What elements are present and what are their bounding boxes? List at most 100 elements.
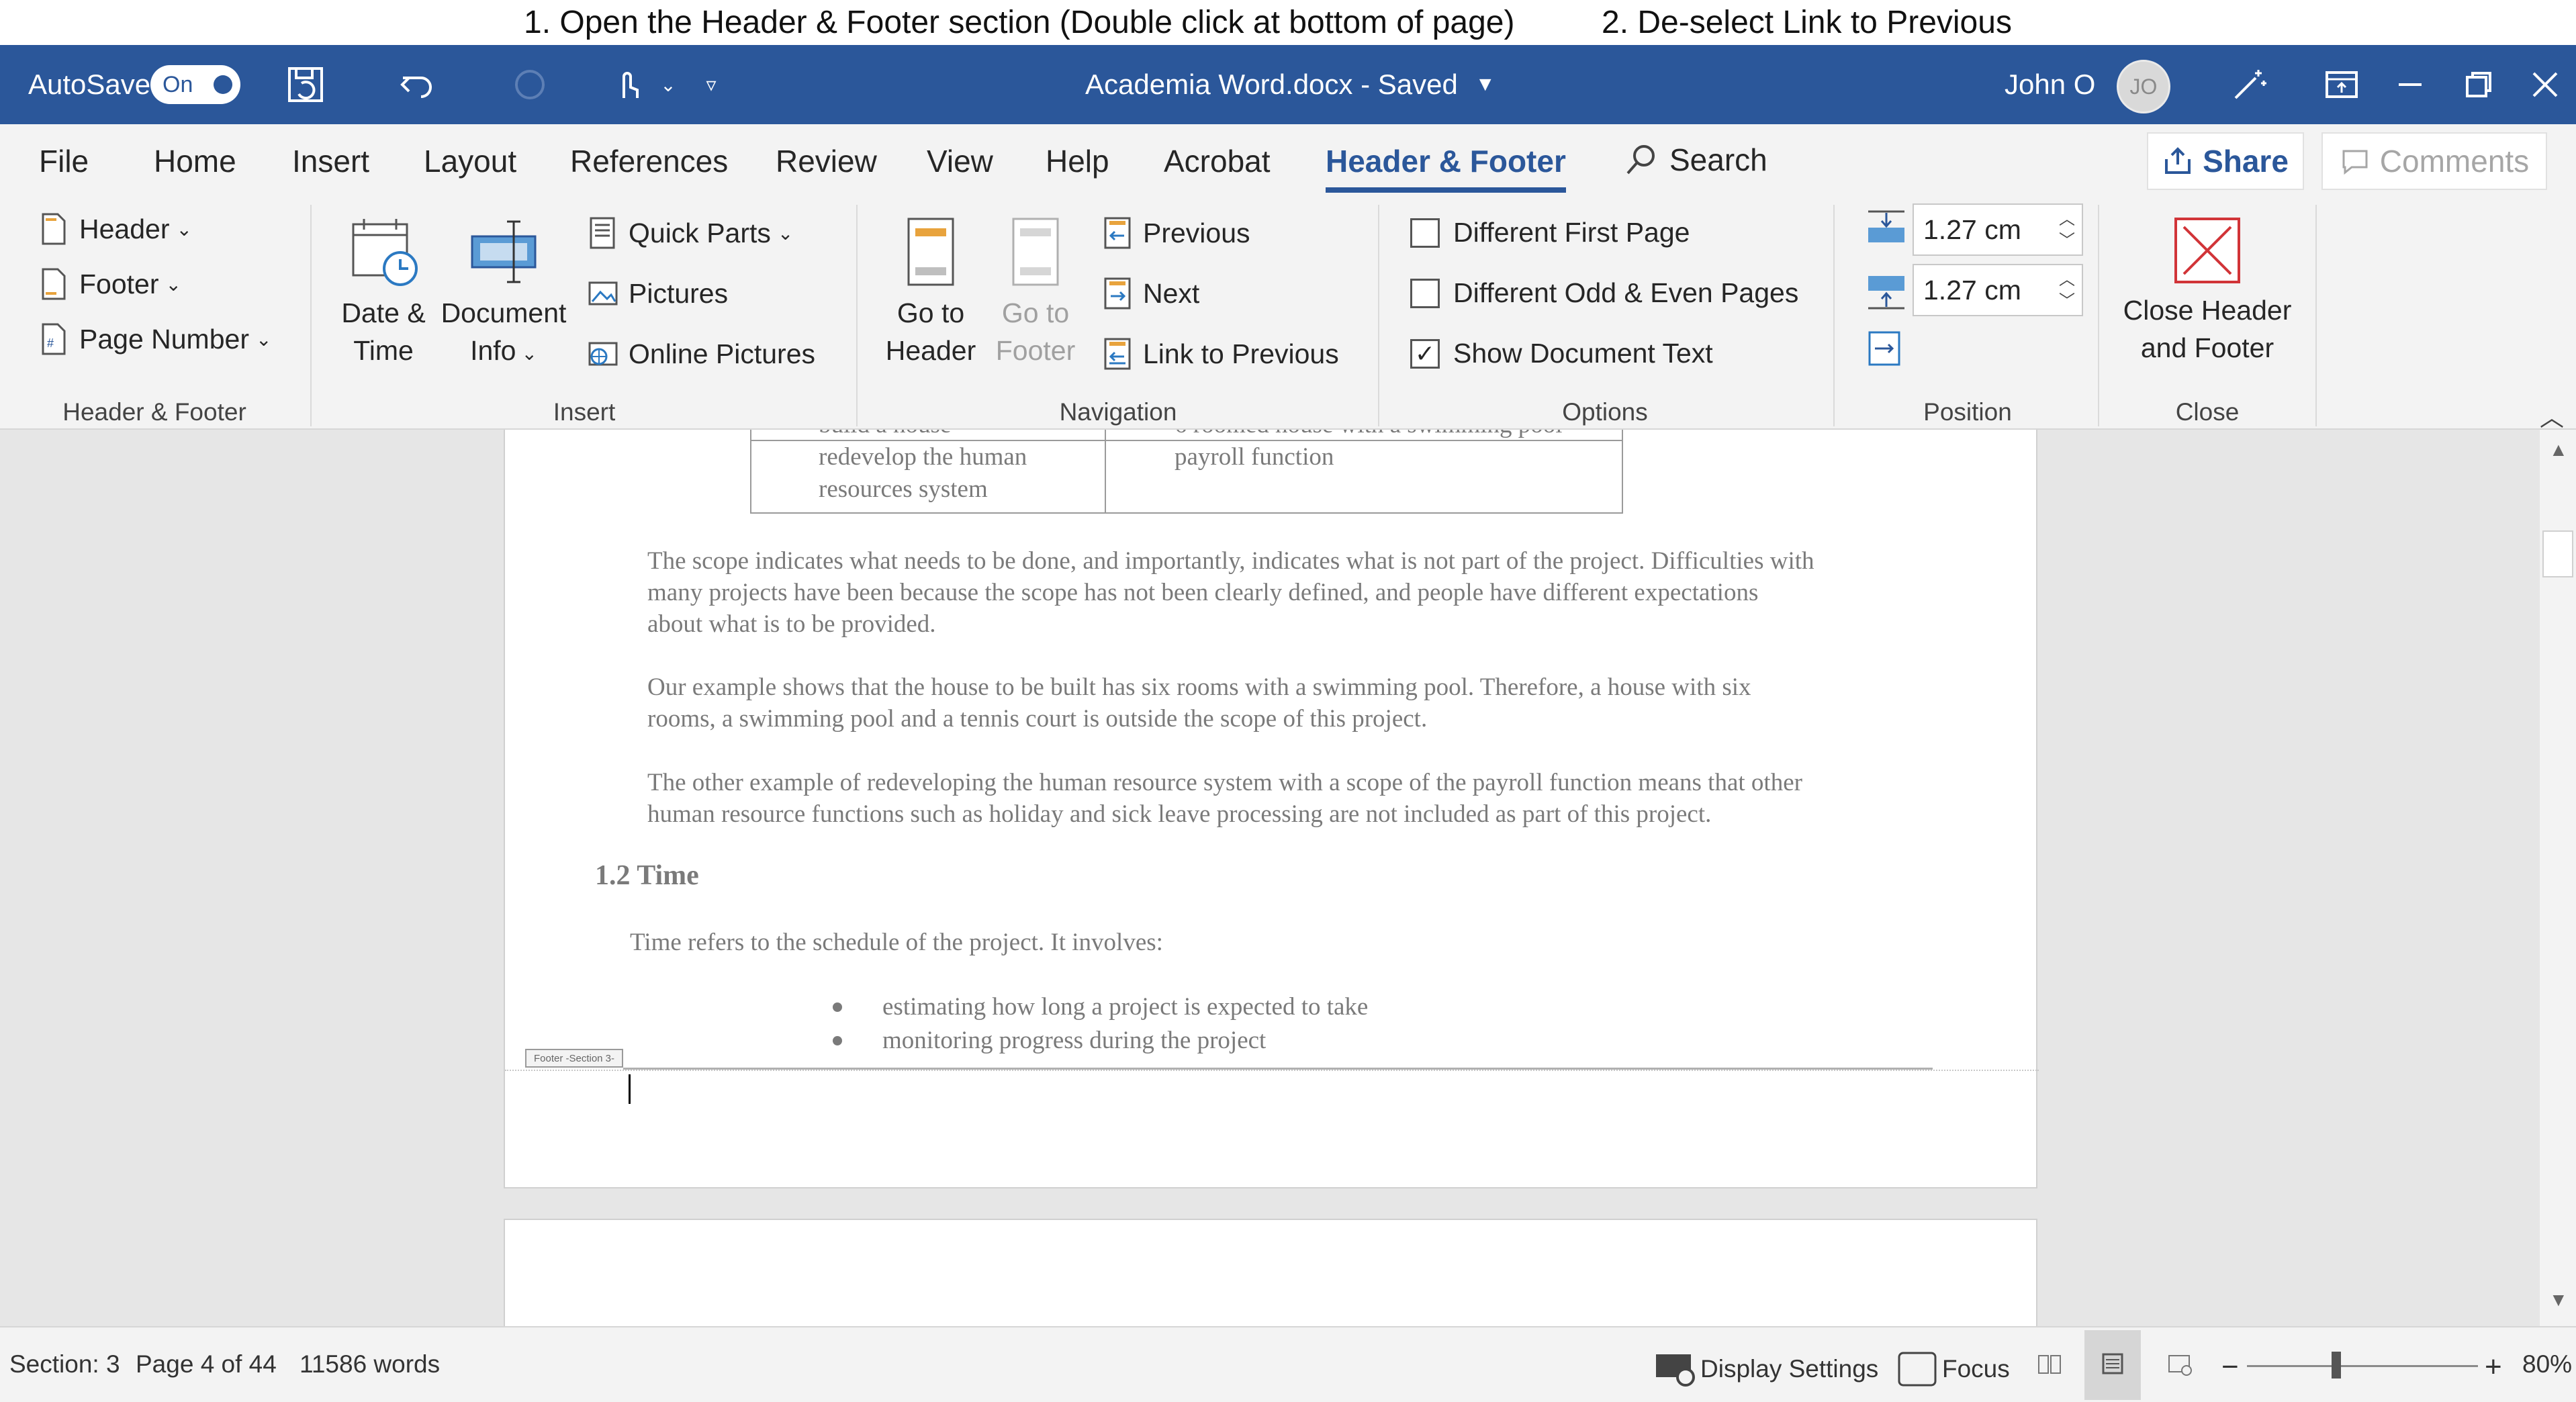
tab-file[interactable]: File [39, 143, 89, 179]
page-indicator[interactable]: Page 4 of 44 [136, 1350, 277, 1378]
header-dropdown-button[interactable]: Header ⌄ [38, 212, 192, 246]
document-info-label-line1: Document [441, 297, 567, 328]
display-settings-button[interactable]: Display Settings [1653, 1350, 1878, 1388]
redo-icon[interactable] [506, 61, 553, 108]
different-first-page-checkbox[interactable]: Different First Page [1410, 217, 1690, 248]
group-divider [310, 205, 312, 426]
search-box[interactable]: Search [1624, 142, 1767, 178]
group-label-insert: Insert [553, 398, 616, 426]
share-button[interactable]: Share [2147, 132, 2304, 190]
save-icon[interactable] [282, 61, 329, 108]
zoom-in-icon[interactable]: + [2485, 1350, 2502, 1384]
paragraph-time-intro: Time refers to the schedule of the proje… [630, 929, 1163, 956]
tab-references[interactable]: References [570, 143, 728, 179]
customize-toolbar-icon[interactable]: ▿ [688, 61, 735, 108]
paragraph-line: human resource functions such as holiday… [647, 800, 1712, 828]
zoom-slider-thumb[interactable] [2332, 1352, 2341, 1378]
group-label-options: Options [1562, 398, 1648, 426]
previous-button[interactable]: Previous [1101, 216, 1250, 250]
previous-section-icon [1104, 217, 1131, 249]
go-to-header-line2: Header [885, 335, 976, 366]
scroll-up-icon[interactable]: ▲ [2549, 439, 2568, 461]
tab-home[interactable]: Home [154, 143, 236, 179]
page-number-dropdown-button[interactable]: # Page Number ⌄ [38, 322, 271, 357]
section-heading: 1.2 Time [595, 860, 699, 891]
search-icon [1626, 145, 1655, 175]
quick-parts-button[interactable]: Quick Parts ⌄ [587, 216, 793, 250]
tab-header-footer[interactable]: Header & Footer [1326, 143, 1566, 193]
scroll-down-icon[interactable]: ▼ [2549, 1289, 2568, 1311]
scope-table: build a house 6 roomed house with a swim… [750, 430, 1623, 514]
paragraph-line: The other example of redeveloping the hu… [647, 769, 1802, 796]
footer-position-spinner[interactable]: 1.27 cm ︿ ﹀ [1866, 264, 2083, 316]
zoom-level[interactable]: 80% [2522, 1350, 2572, 1378]
tab-insert[interactable]: Insert [292, 143, 369, 179]
avatar[interactable]: JO [2117, 60, 2170, 113]
show-document-text-checkbox[interactable]: ✓ Show Document Text [1410, 338, 1713, 369]
footer-position-input[interactable]: 1.27 cm ︿ ﹀ [1913, 264, 2083, 316]
quick-parts-icon [590, 217, 615, 249]
section-indicator[interactable]: Section: 3 [9, 1350, 120, 1378]
focus-button[interactable]: Focus [1896, 1350, 2010, 1388]
different-odd-even-checkbox[interactable]: Different Odd & Even Pages [1410, 277, 1798, 309]
document-title[interactable]: Academia Word.docx - Saved ▼ [1085, 45, 1496, 124]
vertical-scrollbar[interactable]: ▲ ▼ [2540, 430, 2576, 1326]
scrollbar-thumb[interactable] [2542, 530, 2573, 577]
ribbon-display-options-icon[interactable] [2318, 61, 2365, 108]
word-count[interactable]: 11586 words [300, 1350, 440, 1378]
pictures-button[interactable]: Pictures [587, 276, 728, 311]
zoom-out-icon[interactable]: − [2221, 1350, 2239, 1384]
comments-button[interactable]: Comments [2321, 132, 2547, 190]
checkmark-icon: ✓ [1410, 338, 1440, 369]
header-position-input[interactable]: 1.27 cm ︿ ﹀ [1913, 203, 2083, 256]
insert-alignment-tab-button[interactable] [1866, 328, 1903, 369]
paragraph-example: Our example shows that the house to be b… [647, 671, 1957, 735]
zoom-slider[interactable] [2247, 1365, 2478, 1367]
minimize-icon[interactable] [2387, 61, 2434, 108]
checkbox-box [1410, 218, 1440, 248]
document-info-label-line2: Info ⌄ [436, 332, 571, 373]
autosave-toggle[interactable]: On [150, 65, 240, 104]
tab-layout[interactable]: Layout [424, 143, 516, 179]
quick-parts-label: Quick Parts [629, 217, 771, 248]
status-bar: Section: 3 Page 4 of 44 11586 words Disp… [0, 1326, 2576, 1402]
instruction-step-2: 2. De-select Link to Previous [1602, 5, 2012, 40]
web-layout-icon[interactable] [2166, 1350, 2193, 1377]
tab-review[interactable]: Review [776, 143, 877, 179]
spinner-arrows-icon[interactable]: ︿ ﹀ [2059, 269, 2075, 312]
close-header-footer-button[interactable]: Close Header and Footer [2109, 215, 2306, 367]
tab-acrobat[interactable]: Acrobat [1164, 143, 1271, 179]
tab-help[interactable]: Help [1046, 143, 1109, 179]
paragraph-line: The scope indicates what needs to be don… [647, 547, 1814, 575]
list-item-text: estimating how long a project is expecte… [882, 993, 1369, 1021]
collapse-ribbon-icon[interactable]: ︿ [2540, 398, 2564, 433]
svg-text:#: # [47, 336, 54, 350]
list-item: estimating how long a project is expecte… [833, 992, 1368, 1021]
group-label-close: Close [2175, 398, 2240, 426]
document-page[interactable]: build a house 6 roomed house with a swim… [504, 430, 2039, 1188]
next-document-page[interactable] [504, 1219, 2037, 1326]
undo-icon[interactable] [394, 61, 441, 108]
tab-view[interactable]: View [927, 143, 993, 179]
next-button[interactable]: Next [1101, 276, 1199, 311]
spinner-arrows-icon[interactable]: ︿ ﹀ [2059, 209, 2075, 252]
go-to-footer-button[interactable]: Go to Footer [982, 215, 1089, 369]
search-label: Search [1669, 142, 1767, 177]
touch-mode-chevron-icon[interactable]: ⌄ [645, 61, 692, 108]
go-to-footer-icon [1012, 218, 1059, 286]
link-to-previous-button[interactable]: Link to Previous [1101, 336, 1339, 371]
close-icon[interactable] [2522, 61, 2569, 108]
toggle-knob [214, 75, 232, 94]
read-mode-icon[interactable] [2036, 1350, 2063, 1377]
document-info-button[interactable]: Document Info ⌄ [436, 215, 571, 373]
header-position-spinner[interactable]: 1.27 cm ︿ ﹀ [1866, 203, 2083, 256]
date-time-button[interactable]: Date & Time [333, 215, 434, 369]
designer-wand-icon[interactable] [2225, 61, 2272, 108]
footer-dropdown-button[interactable]: Footer ⌄ [38, 267, 181, 301]
restore-icon[interactable] [2455, 61, 2502, 108]
print-layout-icon[interactable] [2099, 1350, 2126, 1377]
go-to-header-button[interactable]: Go to Header [877, 215, 984, 369]
online-pictures-button[interactable]: Online Pictures [587, 336, 815, 371]
show-document-text-label: Show Document Text [1453, 338, 1713, 369]
paragraph-line: many projects have been because the scop… [647, 579, 1759, 606]
